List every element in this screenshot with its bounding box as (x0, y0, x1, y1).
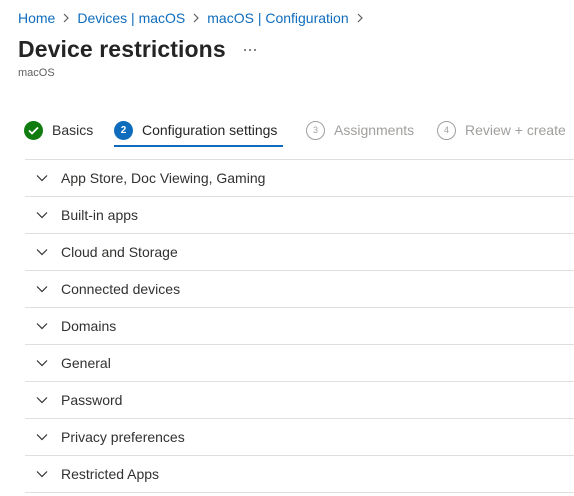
step-basics-label: Basics (52, 122, 94, 138)
section-general[interactable]: General (25, 345, 574, 382)
chevron-down-icon (35, 245, 49, 259)
section-label: Domains (61, 318, 117, 334)
section-password[interactable]: Password (25, 382, 574, 419)
section-label: General (61, 355, 111, 371)
page-subtitle: macOS (18, 67, 55, 79)
breadcrumb-home-link[interactable]: Home (18, 10, 55, 26)
chevron-right-icon (55, 9, 77, 27)
chevron-down-icon (35, 319, 49, 333)
step-number-badge: 3 (306, 120, 325, 140)
breadcrumb: Home Devices | macOS macOS | Configurati… (18, 9, 371, 27)
section-cloud-and-storage[interactable]: Cloud and Storage (25, 234, 574, 271)
step-review-create[interactable]: 4 Review + create (437, 118, 566, 142)
section-domains[interactable]: Domains (25, 308, 574, 345)
chevron-down-icon (35, 171, 49, 185)
section-privacy-preferences[interactable]: Privacy preferences (25, 419, 574, 456)
section-connected-devices[interactable]: Connected devices (25, 271, 574, 308)
breadcrumb-devices-macos-link[interactable]: Devices | macOS (77, 10, 185, 26)
settings-accordion: App Store, Doc Viewing, Gaming Built-in … (25, 159, 574, 493)
step-review-create-label: Review + create (465, 122, 566, 138)
chevron-down-icon (35, 356, 49, 370)
section-built-in-apps[interactable]: Built-in apps (25, 197, 574, 234)
section-label: Password (61, 392, 123, 408)
section-restricted-apps[interactable]: Restricted Apps (25, 456, 574, 493)
more-horizontal-icon (244, 49, 256, 51)
chevron-down-icon (35, 282, 49, 296)
step-number-badge: 2 (114, 120, 133, 140)
chevron-down-icon (35, 393, 49, 407)
chevron-down-icon (35, 430, 49, 444)
step-configuration-settings[interactable]: 2 Configuration settings (114, 118, 277, 142)
step-number-badge: 4 (437, 120, 456, 140)
more-options-button[interactable] (237, 38, 263, 62)
chevron-right-icon (185, 9, 207, 27)
step-assignments-label: Assignments (334, 122, 415, 138)
section-label: Privacy preferences (61, 429, 185, 445)
section-label: Connected devices (61, 281, 181, 297)
step-assignments[interactable]: 3 Assignments (306, 118, 414, 142)
chevron-right-icon (349, 9, 371, 27)
step-basics[interactable]: Basics (24, 118, 93, 142)
chevron-down-icon (35, 467, 49, 481)
page-title: Device restrictions (18, 36, 226, 62)
section-app-store-doc-viewing-gaming[interactable]: App Store, Doc Viewing, Gaming (25, 160, 574, 197)
checkmark-circle-icon (24, 120, 43, 140)
section-label: Restricted Apps (61, 466, 160, 482)
breadcrumb-macos-configuration-link[interactable]: macOS | Configuration (207, 10, 348, 26)
active-step-indicator (114, 145, 283, 147)
section-label: Built-in apps (61, 207, 139, 223)
section-label: Cloud and Storage (61, 244, 178, 260)
chevron-down-icon (35, 208, 49, 222)
step-configuration-settings-label: Configuration settings (142, 122, 278, 138)
section-label: App Store, Doc Viewing, Gaming (61, 170, 266, 186)
